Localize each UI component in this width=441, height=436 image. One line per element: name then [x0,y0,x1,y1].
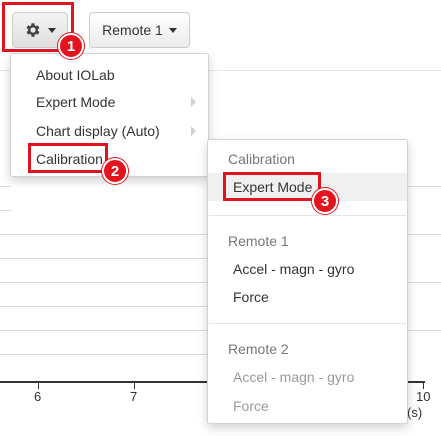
submenu-item-remote1-force[interactable]: Force [208,283,407,311]
chevron-down-icon [48,27,56,33]
submenu-item-label: Accel - magn - gyro [233,261,355,277]
submenu-header: Calibration [228,151,295,167]
grid-line [0,186,11,187]
grid-line [408,330,441,331]
submenu-item-remote2-force[interactable]: Force [208,392,407,420]
submenu-item-label: Expert Mode [233,179,313,195]
remote-select-button[interactable]: Remote 1 [89,12,190,48]
submenu-item-remote2-accel[interactable]: Accel - magn - gyro [208,363,407,391]
submenu-header: Remote 1 [228,233,289,249]
menu-item-label: Calibration [36,151,103,167]
x-tick-label: 7 [130,389,138,404]
submenu-item-expert-mode[interactable]: Expert Mode [208,173,407,201]
grid-line [0,354,207,355]
grid-line [0,282,207,283]
calibration-submenu: Calibration Expert Mode Remote 1 Accel -… [207,139,408,424]
x-tick [423,381,424,389]
x-axis-unit: (s) [407,405,423,420]
submenu-item-label: Force [233,289,269,305]
submenu-header: Remote 2 [228,341,289,357]
menu-item-expert-mode[interactable]: Expert Mode [11,88,208,116]
grid-line [408,186,441,187]
x-tick [134,381,135,389]
step-badge-3: 3 [312,188,338,214]
menu-item-label: Chart display (Auto) [36,123,160,139]
menu-item-chart-display[interactable]: Chart display (Auto) [11,117,208,145]
menu-item-label: About IOLab [36,67,115,83]
grid-line [0,210,11,211]
grid-line [0,330,207,331]
step-badge-1: 1 [58,33,84,59]
grid-line [0,234,207,235]
menu-divider [209,215,406,216]
grid-line [0,258,207,259]
menu-divider [209,323,406,324]
grid-line [408,282,441,283]
menu-item-label: Expert Mode [36,94,116,110]
step-badge-2: 2 [102,158,128,184]
remote-button-label: Remote 1 [102,22,163,38]
chevron-right-icon [191,126,196,136]
gear-icon [24,21,42,39]
grid-line [408,234,441,235]
chevron-right-icon [191,97,196,107]
menu-item-about[interactable]: About IOLab [11,61,208,89]
grid-line [0,306,207,307]
submenu-item-label: Accel - magn - gyro [233,369,355,385]
x-tick [38,381,39,389]
submenu-item-label: Force [233,398,269,414]
chevron-down-icon [168,27,177,33]
submenu-item-remote1-accel[interactable]: Accel - magn - gyro [208,255,407,283]
x-tick-label: 6 [34,389,42,404]
x-tick-label: 10 [416,389,431,404]
